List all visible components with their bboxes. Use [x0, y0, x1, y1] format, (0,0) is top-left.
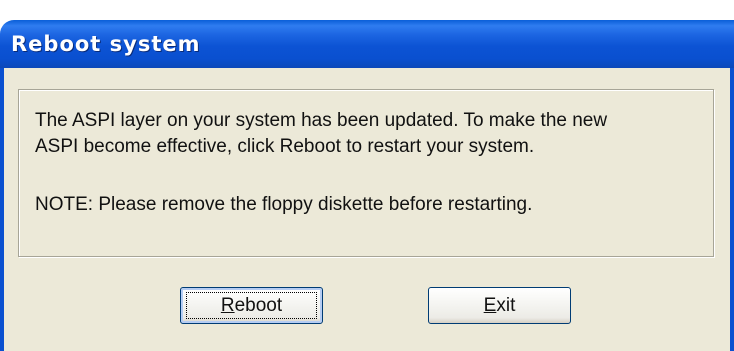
exit-label-rest: xit [496, 295, 516, 316]
exit-button[interactable]: Exit [428, 287, 571, 324]
window-title: Reboot system [11, 32, 201, 56]
window-frame-left [0, 68, 4, 351]
window-frame-right [730, 68, 734, 351]
exit-button-label: Exit [484, 295, 516, 316]
reboot-button-label: Reboot [221, 295, 282, 316]
reboot-mnemonic: R [220, 295, 235, 316]
reboot-label-rest: eboot [234, 295, 283, 316]
title-bar[interactable]: Reboot system [0, 20, 734, 68]
note-text: NOTE: Please remove the floppy diskette … [35, 194, 533, 215]
message-line-2: ASPI become effective, click Reboot to r… [35, 136, 535, 157]
message-groupbox: The ASPI layer on your system has been u… [18, 89, 714, 257]
exit-mnemonic: E [483, 295, 497, 316]
reboot-button[interactable]: Reboot [180, 287, 323, 324]
reboot-dialog: Reboot system The ASPI layer on your sys… [0, 0, 734, 351]
message-line-1: The ASPI layer on your system has been u… [35, 110, 608, 131]
